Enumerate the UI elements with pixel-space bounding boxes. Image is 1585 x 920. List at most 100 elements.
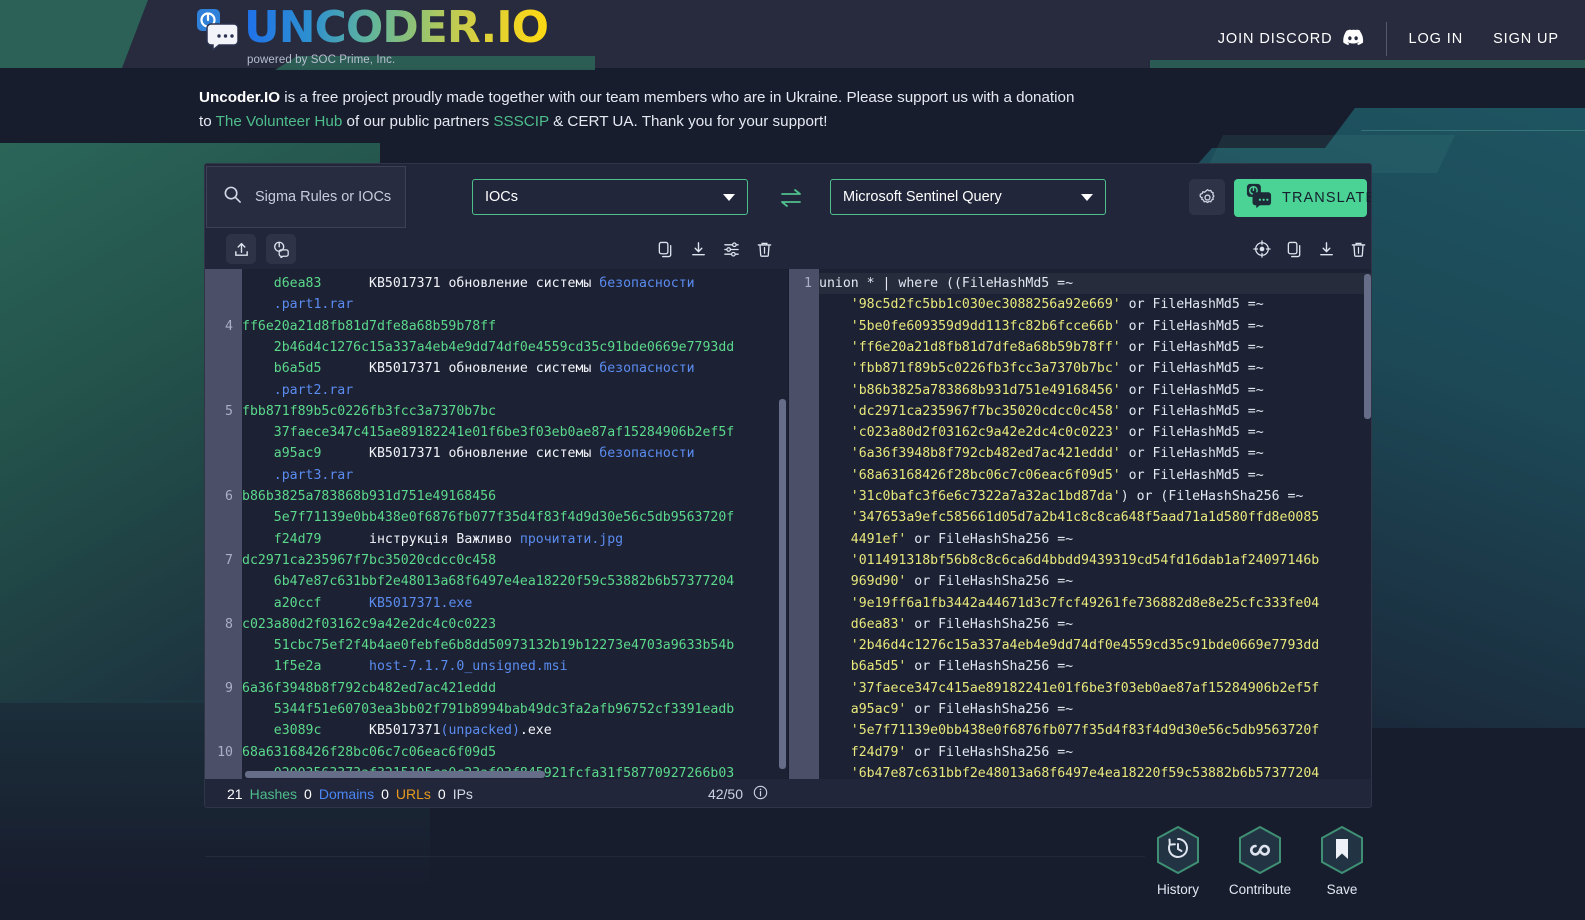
settings-button[interactable] — [1189, 179, 1225, 215]
code-line: '9e19ff6a1fb3442a44671d3c7fcf49261fe7368… — [819, 593, 1372, 614]
left-line-gutter — [205, 269, 242, 779]
code-line: a95ac9' or FileHashSha256 =~ — [819, 699, 1372, 720]
ips-label: IPs — [453, 786, 473, 802]
code-line: 2b46d4c1276c15a337a4eb4e9dd74df0e4559cd3… — [242, 337, 788, 358]
info-icon[interactable] — [753, 785, 768, 803]
join-discord-button[interactable]: JOIN DISCORD — [1218, 29, 1364, 50]
left-editor-toolbar — [205, 230, 788, 272]
save-hex — [1319, 825, 1365, 875]
code-line: 6b47e87c631bbf2e48013a68f6497e4ea18220f5… — [242, 571, 788, 592]
format-selector-row: Sigma Rules or IOCs IOCs Microsoft Senti… — [205, 164, 1371, 230]
logo-wordmark: UNCODER.IO — [244, 3, 548, 53]
save-label: Save — [1327, 882, 1358, 897]
code-line: '68a63168426f28bc06c7c06eac6f09d5' or Fi… — [819, 465, 1372, 486]
save-button[interactable]: Save — [1319, 825, 1365, 897]
editor-settings-button[interactable] — [720, 238, 742, 260]
left-horizontal-scrollbar[interactable] — [245, 771, 545, 778]
copy-icon — [657, 241, 674, 258]
code-line: ff6e20a21d8fb81d7dfe8a68b59b78ff — [242, 316, 788, 337]
target-format-select[interactable]: Microsoft Sentinel Query — [830, 179, 1106, 215]
code-line: '31c0bafc3f6e6c7322a7a32ac1bd87da') or (… — [819, 486, 1372, 507]
editor-panes: d6ea83 KB5017371 обновление системы безо… — [205, 269, 1372, 779]
code-line: 969d90' or FileHashSha256 =~ — [819, 571, 1372, 592]
log-in-link[interactable]: LOG IN — [1409, 31, 1464, 47]
code-line: b6a5d5 KB5017371 обновление системы безо… — [242, 358, 788, 379]
code-line: '5be0fe609359d9dd113fc82b6fcce66b' or Fi… — [819, 316, 1372, 337]
code-line: f24d79 iнструкцiя Важливо прочитати.jpg — [242, 529, 788, 550]
line-number: 7 — [205, 550, 242, 571]
contribute-button[interactable]: Contribute — [1237, 825, 1283, 897]
code-line: b6a5d5' or FileHashSha256 =~ — [819, 656, 1372, 677]
page-root: UNCODER.IO powered by SOC Prime, Inc. JO… — [0, 0, 1585, 920]
source-format-value: IOCs — [485, 189, 518, 205]
hashes-label: Hashes — [250, 786, 297, 802]
logo[interactable]: UNCODER.IO powered by SOC Prime, Inc. — [196, 3, 548, 66]
code-line: '5e7f71139e0bb438e0f6876fb077f35d4f83f4d… — [819, 720, 1372, 741]
code-line: '2b46d4c1276c15a337a4eb4e9dd74df0e4559cd… — [819, 635, 1372, 656]
code-line: d6ea83' or FileHashSha256 =~ — [819, 614, 1372, 635]
source-format-select[interactable]: IOCs — [472, 179, 748, 215]
code-line: 1f5e2a host-7.1.7.0_unsigned.msi — [242, 656, 788, 677]
code-line: 5e7f71139e0bb438e0f6876fb077f35d4f83f4d9… — [242, 507, 788, 528]
target-format-value: Microsoft Sentinel Query — [843, 189, 1002, 205]
copy-right-button[interactable] — [1283, 238, 1305, 260]
code-line: union * | where ((FileHashMd5 =~ — [819, 273, 1372, 294]
target-editor-pane[interactable]: 1union * | where ((FileHashMd5 =~ '98c5d… — [788, 269, 1372, 779]
code-line: .part3.rar — [242, 465, 788, 486]
search-input[interactable]: Sigma Rules or IOCs — [206, 166, 406, 228]
domains-count: 0 — [304, 786, 312, 802]
code-line: '98c5d2fc5bb1c030ec3088256a92e669' or Fi… — [819, 294, 1372, 315]
code-line: .part2.rar — [242, 380, 788, 401]
code-line: 'c023a80d2f03162c9a42e2dc4c0c0223' or Fi… — [819, 422, 1372, 443]
clear-right-button[interactable] — [1347, 238, 1369, 260]
parse-ioc-icon — [272, 240, 290, 258]
clear-left-button[interactable] — [753, 238, 775, 260]
line-number: 5 — [205, 401, 242, 422]
trash-icon — [756, 241, 773, 258]
history-button[interactable]: History — [1155, 825, 1201, 897]
site-header: UNCODER.IO powered by SOC Prime, Inc. JO… — [0, 0, 1585, 68]
translator-card: Sigma Rules or IOCs IOCs Microsoft Senti… — [204, 163, 1372, 808]
code-line: b86b3825a783868b931d751e49168456 — [242, 486, 788, 507]
sliders-icon — [723, 241, 740, 258]
code-line: .part1.rar — [242, 294, 788, 315]
translate-button[interactable]: TRANSLATE — [1234, 179, 1367, 217]
left-vertical-scrollbar[interactable] — [779, 399, 786, 769]
ssscip-link[interactable]: SSSCIP — [493, 113, 548, 130]
urls-label: URLs — [396, 786, 431, 802]
source-editor-pane[interactable]: d6ea83 KB5017371 обновление системы безо… — [205, 269, 788, 779]
right-vertical-scrollbar[interactable] — [1364, 274, 1371, 419]
search-icon — [223, 185, 242, 209]
discord-icon — [1342, 29, 1364, 50]
quota-area: 42/50 — [708, 785, 768, 803]
right-editor-toolbar — [788, 230, 1372, 272]
parse-ioc-button[interactable] — [266, 234, 296, 264]
action-fab-group: History Contribute Save — [1155, 825, 1365, 897]
copy-left-button[interactable] — [654, 238, 676, 260]
bottom-divider — [205, 856, 1145, 857]
code-line: 6a36f3948b8f792cb482ed7ac421eddd — [242, 678, 788, 699]
uncoder-logo-icon — [196, 8, 238, 52]
join-discord-label: JOIN DISCORD — [1218, 31, 1333, 47]
upload-file-button[interactable] — [226, 234, 256, 264]
urls-count: 0 — [381, 786, 389, 802]
code-line: 'ff6e20a21d8fb81d7dfe8a68b59b78ff' or Fi… — [819, 337, 1372, 358]
download-left-button[interactable] — [687, 238, 709, 260]
header-divider — [1386, 22, 1387, 56]
domains-label: Domains — [319, 786, 374, 802]
code-line: 'dc2971ca235967f7bc35020cdcc0c458' or Fi… — [819, 401, 1372, 422]
download-right-button[interactable] — [1315, 238, 1337, 260]
sign-up-link[interactable]: SIGN UP — [1493, 31, 1559, 47]
code-line: f24d79' or FileHashSha256 =~ — [819, 742, 1372, 763]
download-icon — [1318, 241, 1335, 258]
highlight-target-button[interactable] — [1251, 238, 1273, 260]
code-line: '37faece347c415ae89182241e01f6be3f03eb0a… — [819, 678, 1372, 699]
code-line: c023a80d2f03162c9a42e2dc4c0c0223 — [242, 614, 788, 635]
volunteer-hub-link[interactable]: The Volunteer Hub — [216, 113, 343, 130]
code-line: 37faece347c415ae89182241e01f6be3f03eb0ae… — [242, 422, 788, 443]
ips-count: 0 — [438, 786, 446, 802]
banner-brand: Uncoder.IO — [199, 89, 280, 106]
swap-formats-button[interactable] — [777, 186, 805, 210]
header-nav: JOIN DISCORD LOG IN SIGN UP — [1218, 22, 1559, 56]
trash-icon — [1350, 241, 1367, 258]
